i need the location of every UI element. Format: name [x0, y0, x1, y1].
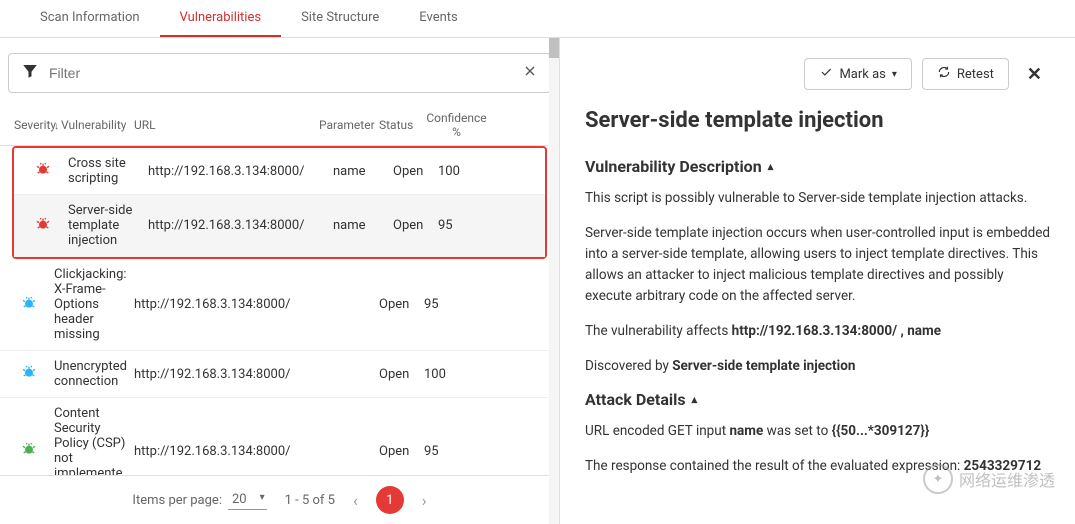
severity-high-icon: [35, 161, 51, 177]
section-vuln-desc[interactable]: Vulnerability Description: [585, 157, 1050, 176]
pager: Items per page: 20 1 - 5 of 5 ‹ 1 ›: [0, 475, 559, 524]
col-confidence[interactable]: Confidence %: [424, 111, 489, 139]
detail-title: Server-side template injection: [585, 108, 1050, 133]
severity-high-icon: [35, 216, 51, 232]
col-status[interactable]: Status: [379, 118, 424, 132]
table-row[interactable]: Server-side template injection http://19…: [14, 195, 545, 257]
page-prev-button[interactable]: ‹: [353, 491, 358, 510]
close-panel-button[interactable]: ✕: [1019, 60, 1050, 89]
filter-input[interactable]: [49, 65, 522, 81]
vuln-conf: 100: [438, 164, 503, 179]
refresh-icon: [937, 65, 951, 83]
col-parameter[interactable]: Parameter: [319, 118, 379, 132]
tab-events[interactable]: Events: [399, 0, 477, 37]
vuln-conf: 95: [424, 444, 489, 459]
page-range: 1 - 5 of 5: [285, 493, 335, 508]
vuln-status: Open: [379, 367, 424, 382]
vuln-name: Unencrypted connection: [54, 359, 134, 389]
vuln-name: Server-side template injection: [68, 203, 148, 248]
vuln-status: Open: [393, 164, 438, 179]
vuln-param: name: [333, 164, 393, 179]
table-row[interactable]: Unencrypted connection http://192.168.3.…: [0, 351, 559, 398]
filter-icon: [21, 62, 39, 84]
mark-as-button[interactable]: Mark as ▾: [804, 58, 911, 90]
vuln-url: http://192.168.3.134:8000/: [134, 367, 319, 382]
col-vulnerability[interactable]: ↓Vulnerability: [54, 118, 134, 132]
section-attack-details[interactable]: Attack Details: [585, 390, 1050, 409]
severity-ok-icon: [21, 441, 37, 457]
items-per-page-select[interactable]: 20: [228, 490, 267, 510]
vuln-name: Cross site scripting: [68, 156, 148, 186]
vuln-conf: 95: [438, 218, 503, 233]
table-row[interactable]: Content Security Policy (CSP) not implem…: [0, 398, 559, 475]
vuln-status: Open: [379, 297, 424, 312]
left-scrollbar[interactable]: [549, 38, 559, 524]
vuln-conf: 100: [424, 367, 489, 382]
attack-p2: The response contained the result of the…: [585, 456, 1050, 477]
chevron-down-icon: ▾: [892, 69, 897, 80]
desc-discovered: Discovered by Server-side template injec…: [585, 356, 1050, 377]
severity-info-icon: [21, 295, 37, 311]
clear-filter-icon[interactable]: [522, 63, 538, 83]
vuln-name: Clickjacking: X-Frame-Options header mis…: [54, 267, 134, 342]
items-per-page-label: Items per page:: [132, 493, 222, 508]
vuln-conf: 95: [424, 297, 489, 312]
page-next-button[interactable]: ›: [422, 491, 427, 510]
col-severity[interactable]: Severity: [4, 118, 54, 132]
vuln-name: Content Security Policy (CSP) not implem…: [54, 406, 134, 475]
vuln-url: http://192.168.3.134:8000/: [134, 444, 319, 459]
desc-p1: This script is possibly vulnerable to Se…: [585, 188, 1050, 209]
table-row[interactable]: Cross site scripting http://192.168.3.13…: [14, 148, 545, 195]
tab-scan-info[interactable]: Scan Information: [20, 0, 160, 37]
vuln-status: Open: [379, 444, 424, 459]
sort-desc-icon: ↓: [54, 121, 59, 132]
attack-p1: URL encoded GET input name was set to {{…: [585, 421, 1050, 442]
check-icon: [819, 65, 833, 83]
desc-affects: The vulnerability affects http://192.168…: [585, 321, 1050, 342]
severity-info-icon: [21, 364, 37, 380]
col-url[interactable]: URL: [134, 118, 319, 132]
vuln-url: http://192.168.3.134:8000/: [148, 164, 333, 179]
desc-p2: Server-side template injection occurs wh…: [585, 223, 1050, 307]
tab-site-structure[interactable]: Site Structure: [281, 0, 399, 37]
page-current[interactable]: 1: [376, 486, 404, 514]
table-header: Severity ↓Vulnerability URL Parameter St…: [0, 105, 559, 146]
vuln-status: Open: [393, 218, 438, 233]
vuln-param: name: [333, 218, 393, 233]
vuln-url: http://192.168.3.134:8000/: [134, 297, 319, 312]
tab-vulnerabilities[interactable]: Vulnerabilities: [160, 0, 282, 37]
table-row[interactable]: Clickjacking: X-Frame-Options header mis…: [0, 259, 559, 351]
vuln-url: http://192.168.3.134:8000/: [148, 218, 333, 233]
filter-box: [8, 53, 551, 93]
retest-button[interactable]: Retest: [922, 58, 1009, 90]
